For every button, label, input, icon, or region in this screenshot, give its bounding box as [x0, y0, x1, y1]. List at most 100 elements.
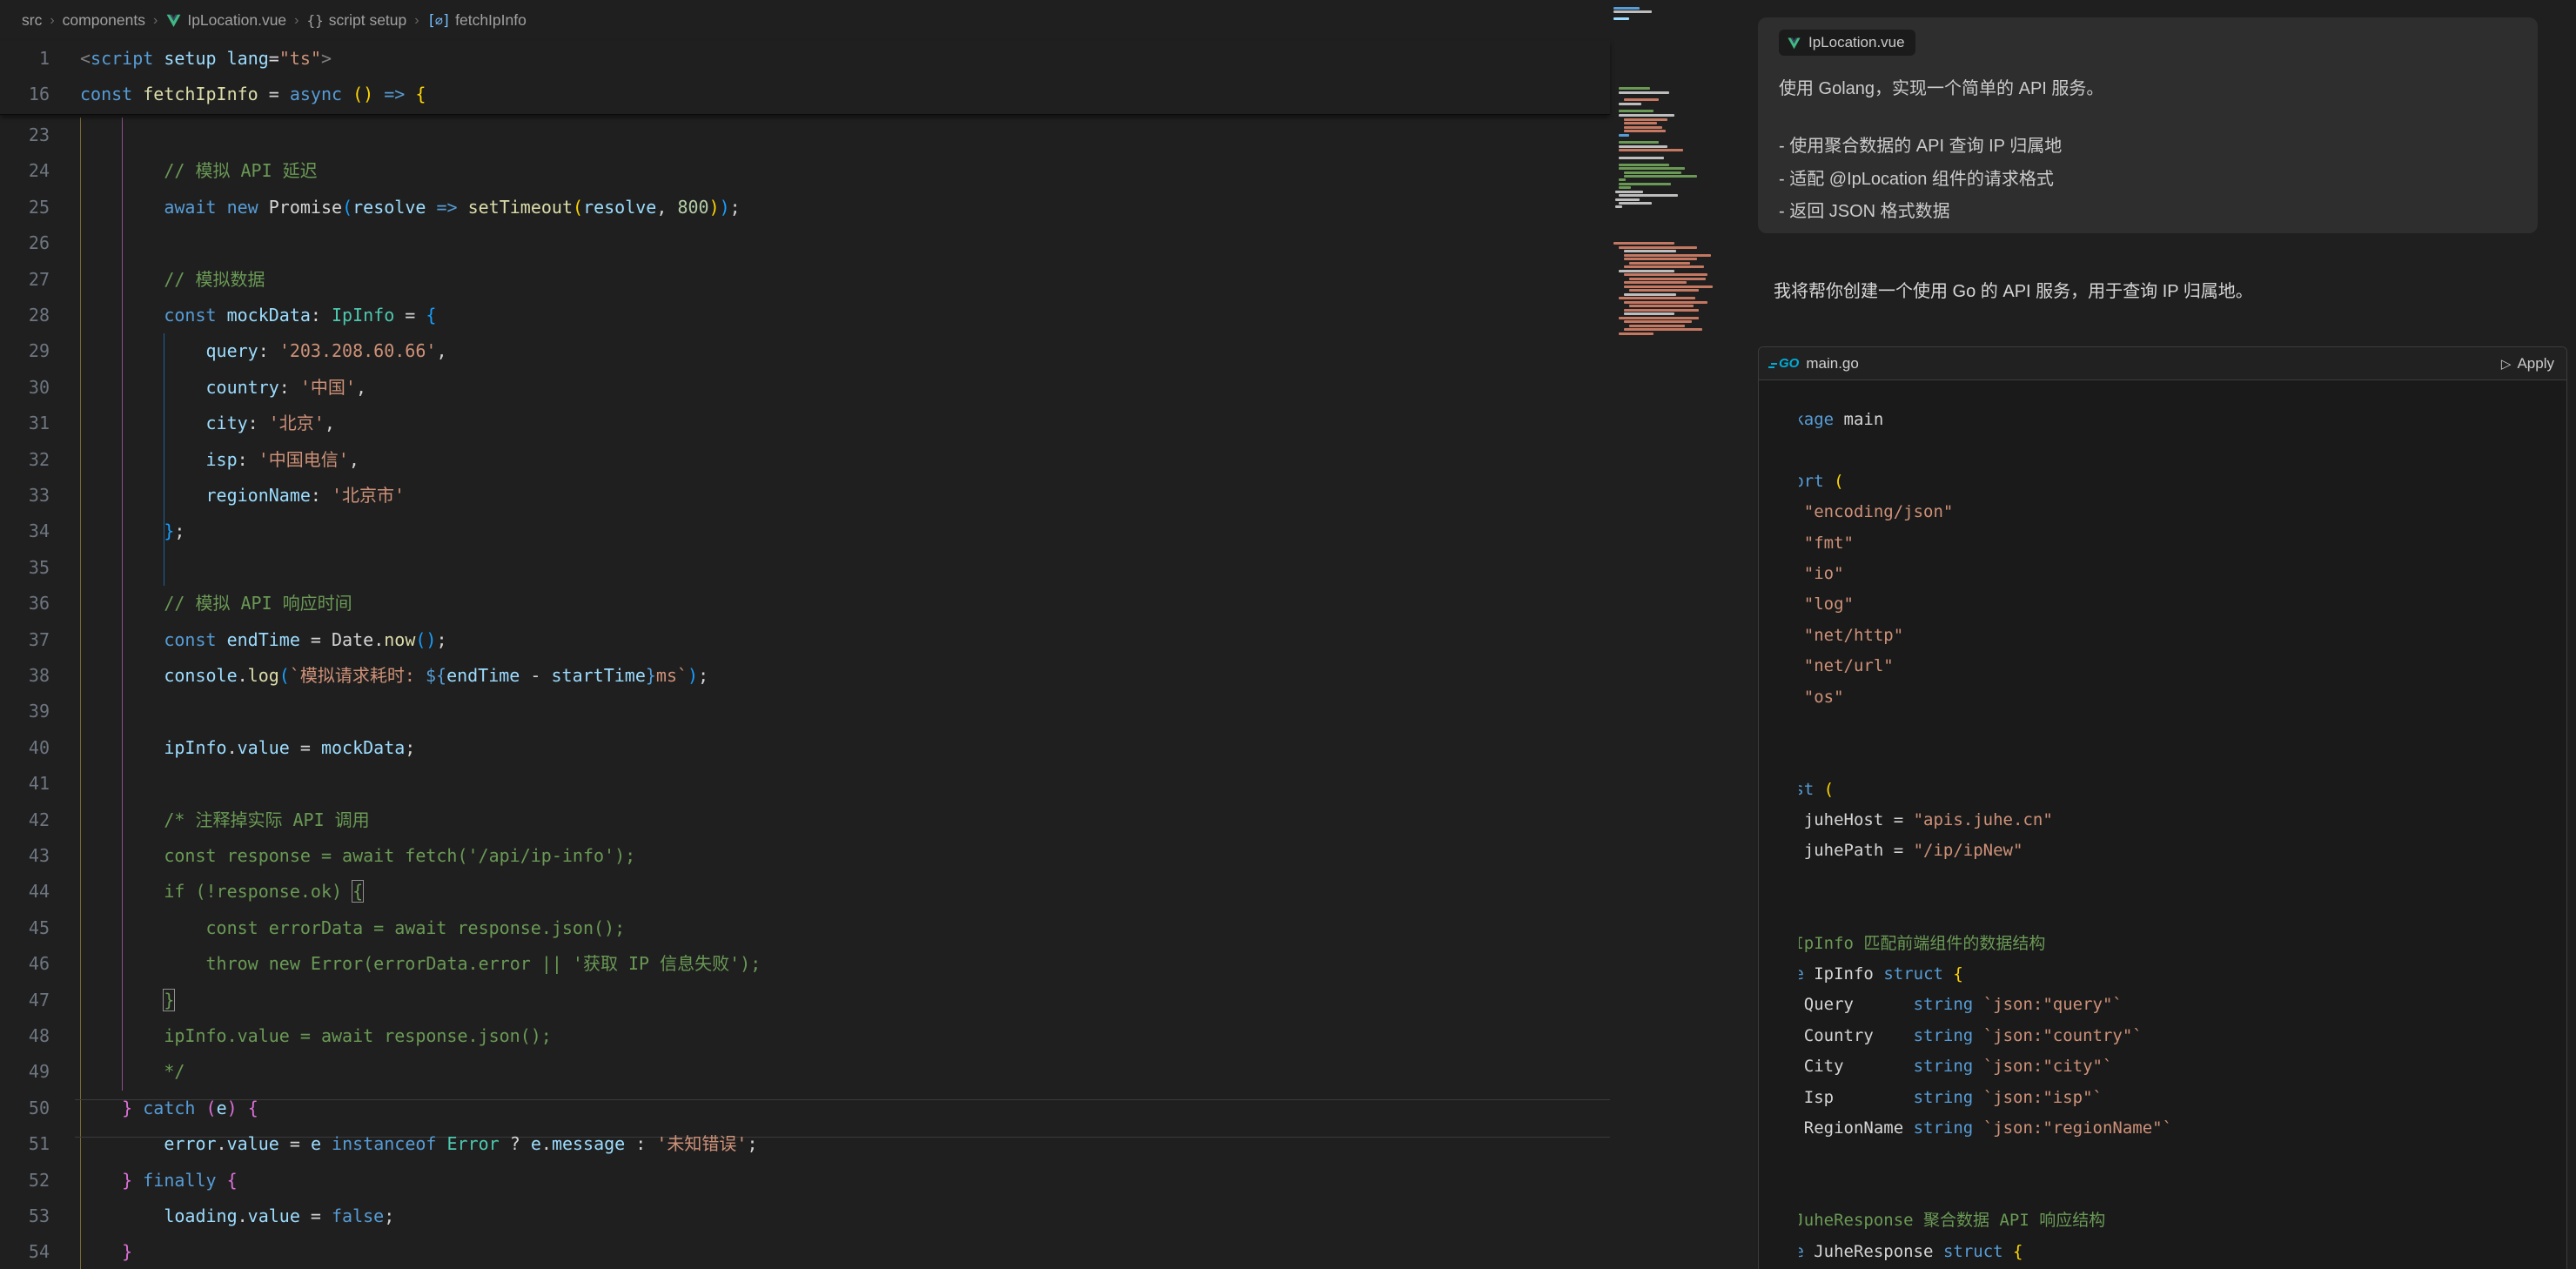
- line-number[interactable]: 43: [0, 838, 50, 874]
- line-number[interactable]: 48: [0, 1018, 50, 1054]
- line-number[interactable]: 32: [0, 442, 50, 478]
- minimap-row: [1629, 278, 1706, 280]
- line-number[interactable]: 31: [0, 406, 50, 441]
- line-number[interactable]: 49: [0, 1054, 50, 1090]
- code-line: const (: [1799, 775, 2566, 805]
- code-line: [1799, 897, 2566, 928]
- minimap-row: [1624, 301, 1707, 304]
- minimap-row: [1624, 265, 1704, 268]
- line-number[interactable]: 34: [0, 514, 50, 549]
- line-number[interactable]: 46: [0, 946, 50, 982]
- minimap-row: [1615, 198, 1640, 201]
- code-line: "encoding/json": [1799, 497, 2566, 527]
- code-line[interactable]: 35: [0, 550, 1610, 586]
- code-line[interactable]: 52 } finally {: [0, 1163, 1610, 1198]
- code-line[interactable]: 45 const errorData = await response.json…: [0, 910, 1610, 946]
- breadcrumb-item-script-setup[interactable]: {} script setup: [307, 11, 407, 30]
- line-number[interactable]: 36: [0, 586, 50, 621]
- code-line[interactable]: 28 const mockData: IpInfo = {: [0, 298, 1610, 333]
- braces-icon: {}: [307, 12, 324, 29]
- code-block-body[interactable]: package mainimport ( "encoding/json" "fm…: [1759, 380, 2566, 1269]
- breadcrumb-item-components[interactable]: components: [63, 11, 145, 30]
- line-number[interactable]: 47: [0, 983, 50, 1018]
- line-number[interactable]: 50: [0, 1091, 50, 1126]
- line-number[interactable]: 44: [0, 874, 50, 910]
- code-line[interactable]: 49 */: [0, 1054, 1610, 1090]
- line-number[interactable]: 42: [0, 802, 50, 838]
- code-line[interactable]: 25 await new Promise(resolve => setTimeo…: [0, 190, 1610, 225]
- line-number[interactable]: 28: [0, 298, 50, 333]
- code-line[interactable]: 1<script setup lang="ts">: [0, 41, 1610, 77]
- minimap-row: [1619, 183, 1671, 185]
- minimap-row: [1619, 246, 1697, 249]
- line-number[interactable]: 45: [0, 910, 50, 946]
- code-line[interactable]: 37 const endTime = Date.now();: [0, 622, 1610, 658]
- code-line[interactable]: 33 regionName: '北京市': [0, 478, 1610, 514]
- line-number[interactable]: 37: [0, 622, 50, 658]
- code-line[interactable]: 47 }: [0, 983, 1610, 1018]
- line-number[interactable]: 40: [0, 730, 50, 766]
- line-number[interactable]: 26: [0, 225, 50, 261]
- code-line: [1799, 743, 2566, 774]
- code-line: // JuheResponse 聚合数据 API 响应结构: [1799, 1205, 2566, 1236]
- line-number[interactable]: 54: [0, 1234, 50, 1269]
- line-number[interactable]: 38: [0, 658, 50, 694]
- code-line[interactable]: 30 country: '中国',: [0, 370, 1610, 406]
- code-line[interactable]: 16const fetchIpInfo = async () => {: [0, 77, 1610, 112]
- breadcrumb-item-file[interactable]: IpLocation.vue: [165, 11, 286, 30]
- code-line[interactable]: 44 if (!response.ok) {: [0, 874, 1610, 910]
- minimap-row: [1619, 194, 1678, 197]
- code-line[interactable]: 53 loading.value = false;: [0, 1198, 1610, 1234]
- line-number[interactable]: 39: [0, 694, 50, 729]
- breadcrumb-item-src[interactable]: src: [22, 11, 42, 30]
- attached-file-chip[interactable]: IpLocation.vue: [1779, 30, 1915, 56]
- line-number[interactable]: 27: [0, 262, 50, 298]
- line-number[interactable]: 25: [0, 190, 50, 225]
- code-line[interactable]: 42 /* 注释掉实际 API 调用: [0, 802, 1610, 838]
- code-line[interactable]: 48 ipInfo.value = await response.json();: [0, 1018, 1610, 1054]
- code-line[interactable]: 36 // 模拟 API 响应时间: [0, 586, 1610, 621]
- apply-button[interactable]: ▷ Apply: [2501, 355, 2554, 373]
- line-number[interactable]: 52: [0, 1163, 50, 1198]
- line-number[interactable]: 33: [0, 478, 50, 514]
- minimap-row: [1629, 289, 1699, 292]
- line-number[interactable]: 35: [0, 550, 50, 586]
- code-line[interactable]: 50 } catch (e) {: [0, 1091, 1610, 1126]
- code-line[interactable]: 41: [0, 766, 1610, 802]
- code-line[interactable]: 23: [0, 118, 1610, 153]
- code-line[interactable]: 39: [0, 694, 1610, 729]
- user-message-card: IpLocation.vue 使用 Golang，实现一个简单的 API 服务。…: [1758, 17, 2538, 233]
- line-number[interactable]: 29: [0, 333, 50, 369]
- code-line[interactable]: 38 console.log(`模拟请求耗时: ${endTime - star…: [0, 658, 1610, 694]
- code-line[interactable]: 54 }: [0, 1234, 1610, 1269]
- code-area[interactable]: 2324 // 模拟 API 延迟25 await new Promise(re…: [0, 118, 1610, 1269]
- line-number[interactable]: 23: [0, 118, 50, 153]
- vscode-window: src › components › IpLocation.vue › {} s…: [0, 0, 2576, 1269]
- bullet-line: - 使用聚合数据的 API 查询 IP 归属地: [1779, 131, 2062, 164]
- sticky-scroll[interactable]: 1<script setup lang="ts">16const fetchIp…: [0, 41, 1610, 115]
- code-line: Isp string `json:"isp"`: [1799, 1083, 2566, 1113]
- code-line[interactable]: 51 error.value = e instanceof Error ? e.…: [0, 1126, 1610, 1162]
- line-number[interactable]: 24: [0, 153, 50, 189]
- code-line[interactable]: 31 city: '北京',: [0, 406, 1610, 441]
- code-line: package main: [1799, 405, 2566, 435]
- code-line[interactable]: 43 const response = await fetch('/api/ip…: [0, 838, 1610, 874]
- line-number[interactable]: 41: [0, 766, 50, 802]
- breadcrumb-item-symbol[interactable]: [∅] fetchIpInfo: [427, 11, 527, 30]
- line-number[interactable]: 53: [0, 1198, 50, 1234]
- line-number[interactable]: 51: [0, 1126, 50, 1162]
- code-line[interactable]: 27 // 模拟数据: [0, 262, 1610, 298]
- code-line[interactable]: 29 query: '203.208.60.66',: [0, 333, 1610, 369]
- line-number[interactable]: 30: [0, 370, 50, 406]
- code-line[interactable]: 34 };: [0, 514, 1610, 549]
- code-line[interactable]: 40 ipInfo.value = mockData;: [0, 730, 1610, 766]
- line-number[interactable]: 1: [0, 41, 50, 77]
- code-line[interactable]: 46 throw new Error(errorData.error || '获…: [0, 946, 1610, 982]
- code-line[interactable]: 24 // 模拟 API 延迟: [0, 153, 1610, 189]
- minimap[interactable]: [1610, 0, 1732, 1269]
- minimap-row: [1613, 10, 1652, 13]
- minimap-row: [1624, 285, 1713, 288]
- line-number[interactable]: 16: [0, 77, 50, 112]
- code-line[interactable]: 26: [0, 225, 1610, 261]
- code-line[interactable]: 32 isp: '中国电信',: [0, 442, 1610, 478]
